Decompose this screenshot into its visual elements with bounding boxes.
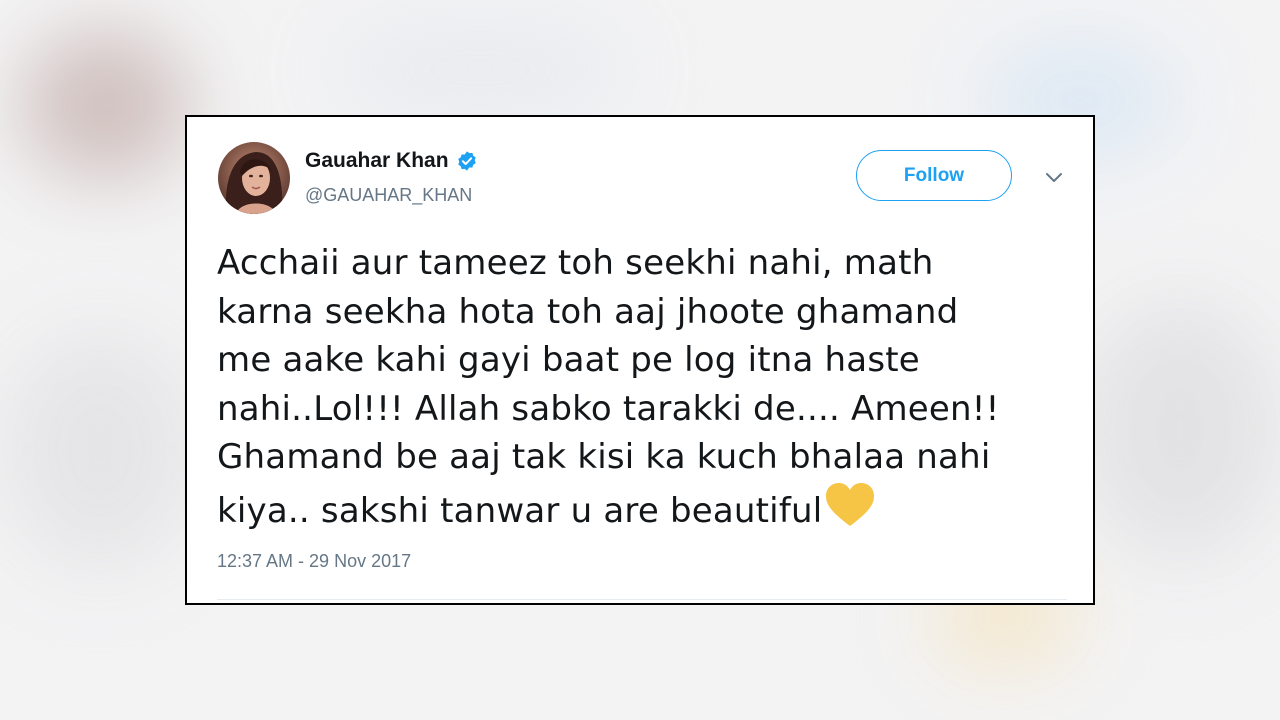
author-handle[interactable]: @GAUAHAR_KHAN <box>305 185 472 206</box>
divider <box>217 599 1067 600</box>
tweet-card: Gauahar Khan @GAUAHAR_KHAN Follow Acchai… <box>185 115 1095 605</box>
verified-badge-icon <box>456 150 478 172</box>
yellow-heart-emoji <box>824 482 876 528</box>
background-blur-shape <box>330 20 630 120</box>
chevron-down-icon[interactable] <box>1045 171 1063 183</box>
author-row: Gauahar Khan <box>305 149 478 173</box>
follow-button[interactable]: Follow <box>856 150 1012 201</box>
background-blur-shape <box>0 330 200 570</box>
avatar[interactable] <box>218 142 290 214</box>
background-blur-shape <box>20 30 190 180</box>
tweet-timestamp[interactable]: 12:37 AM - 29 Nov 2017 <box>217 551 411 572</box>
author-name[interactable]: Gauahar Khan <box>305 149 449 173</box>
background-blur-shape <box>1080 300 1280 560</box>
tweet-text: Acchaii aur tameez toh seekhi nahi, math… <box>217 239 1077 535</box>
tweet-body: Acchaii aur tameez toh seekhi nahi, math… <box>217 243 1000 531</box>
